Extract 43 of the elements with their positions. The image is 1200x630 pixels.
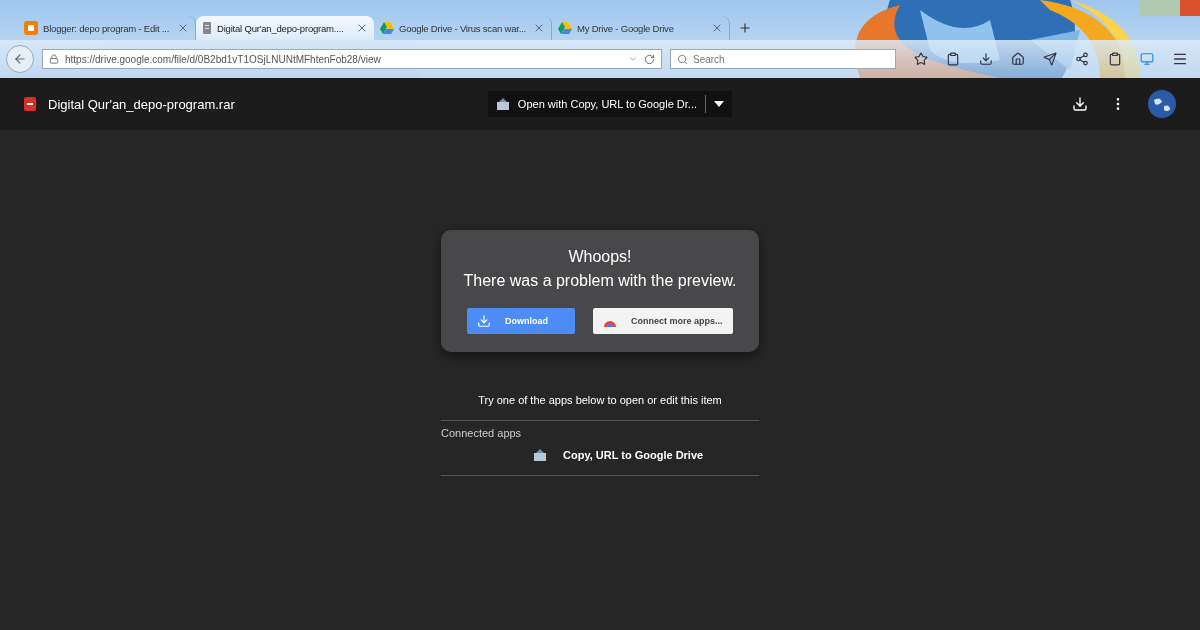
address-field[interactable]: https://drive.google.com/file/d/0B2bd1vT1OSjLNUNtMFhtenFob28/view (42, 49, 662, 69)
open-with-button[interactable]: Open with Copy, URL to Google Dr... (487, 91, 732, 117)
browser-tab[interactable]: Digital Qur'an_depo-program.... (196, 16, 374, 40)
clipboard-icon[interactable] (1107, 52, 1122, 66)
search-icon (677, 53, 688, 65)
bookmark-star-icon[interactable] (914, 52, 928, 66)
caret-icon[interactable] (714, 101, 724, 107)
clipboard-icon[interactable] (946, 52, 961, 66)
error-message: There was a problem with the preview. (463, 272, 737, 290)
blogger-logo-icon (24, 21, 38, 35)
error-title: Whoops! (568, 248, 632, 266)
tab-title: Google Drive - Virus scan war... (399, 22, 527, 34)
home-icon[interactable] (1010, 52, 1025, 66)
tab-title: Digital Qur'an_depo-program.... (217, 22, 345, 34)
tab-title: Blogger: depo program - Edit ... (43, 22, 171, 34)
back-arrow-icon (13, 52, 27, 66)
send-icon[interactable] (1043, 52, 1057, 66)
apps-hint: Try one of the apps below to open or edit this item (478, 394, 722, 406)
file-icon (24, 97, 36, 111)
search-field[interactable]: Search (670, 49, 896, 69)
app-icon (533, 449, 547, 461)
app-name[interactable]: Copy, URL to Google Drive (563, 449, 704, 461)
download-icon (477, 314, 491, 328)
app-icon (495, 98, 510, 110)
new-tab-icon[interactable] (738, 21, 752, 35)
close-icon[interactable] (711, 22, 723, 34)
lock-icon (49, 54, 59, 64)
download-icon[interactable] (1072, 96, 1088, 112)
reload-icon[interactable] (644, 53, 655, 65)
connect-apps-button[interactable]: Connect more apps... (593, 308, 733, 334)
tab-title: My Drive - Google Drive (577, 22, 675, 34)
download-icon[interactable] (978, 52, 993, 66)
menu-icon[interactable] (1172, 51, 1188, 67)
document-icon (202, 22, 212, 34)
close-icon[interactable] (177, 22, 189, 34)
avatar-icon[interactable] (1148, 90, 1176, 118)
triangle-logo-icon (380, 22, 394, 34)
file-name: Digital Qur'an_depo-program.rar (48, 96, 236, 112)
section-label: Connected apps (441, 427, 523, 439)
close-icon[interactable] (533, 22, 545, 34)
share-icon[interactable] (1075, 52, 1090, 66)
triangle-logo-icon (558, 22, 572, 34)
close-icon[interactable] (356, 22, 368, 34)
